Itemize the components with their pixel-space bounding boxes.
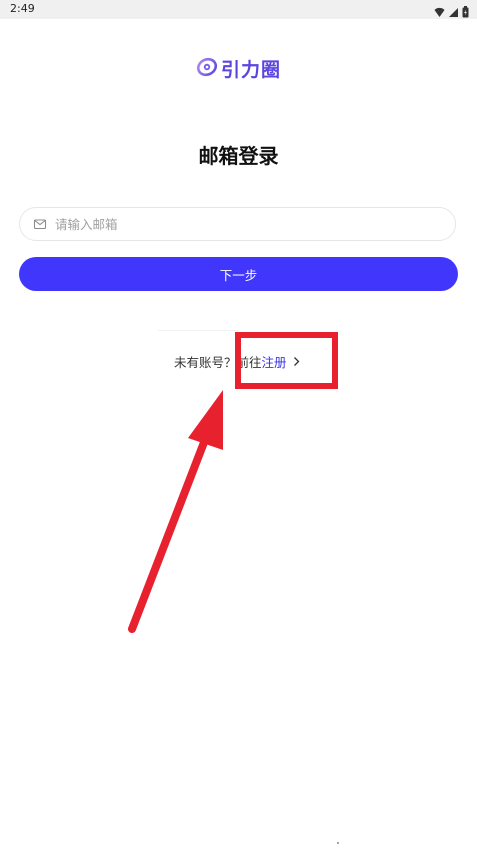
bottom-dot [337,842,339,844]
arrow-icon [128,390,223,633]
